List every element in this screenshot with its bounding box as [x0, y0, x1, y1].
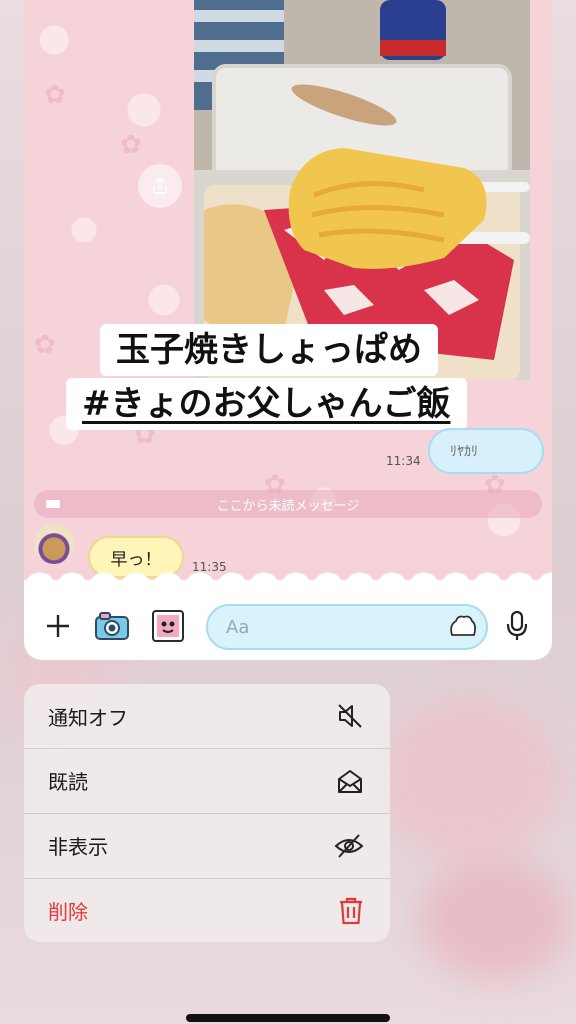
caption-hashtag: #きょのお父しゃんご飯: [82, 384, 451, 424]
message-input[interactable]: [206, 604, 488, 650]
unread-divider-label: ここから未読メッセージ: [216, 498, 360, 514]
menu-item-label: 非表示: [48, 835, 108, 859]
share-icon: [153, 176, 167, 194]
food-photo[interactable]: [194, 0, 530, 380]
own-message-bubble[interactable]: ﾘﾔｶﾘ: [428, 428, 544, 474]
emoji-icon[interactable]: [448, 613, 478, 639]
caption-line-2: #きょのお父しゃんご飯: [66, 378, 467, 430]
mute-icon: [338, 704, 362, 728]
caption-line-1: 玉子焼きしょっぱめ: [100, 324, 438, 376]
envelope-open-icon: [338, 769, 362, 793]
tag-icon: [46, 500, 60, 508]
context-menu: 通知オフ 既読 非表示 削除: [24, 684, 390, 942]
avatar[interactable]: [34, 524, 74, 564]
own-message-text: ﾘﾔｶﾘ: [450, 444, 478, 460]
menu-item-label: 既読: [48, 770, 88, 794]
camera-icon[interactable]: [92, 607, 132, 645]
home-indicator[interactable]: [186, 1014, 390, 1022]
message-input-bar: [24, 580, 552, 660]
decoration: ✿: [34, 330, 56, 360]
plus-icon[interactable]: [40, 607, 76, 645]
menu-item-label: 削除: [48, 900, 88, 924]
menu-item-delete[interactable]: 削除: [24, 878, 390, 942]
eye-slash-icon: [334, 833, 364, 858]
decoration: ✿: [44, 80, 66, 110]
trash-icon: [340, 897, 362, 924]
chat-preview[interactable]: ✿ ✿ ✿ ✿ ✿ ✿ 玉子焼きしょっぱめ #きょのお父しゃんご飯 ﾘﾔｶﾘ 1…: [24, 0, 552, 660]
unread-divider: ここから未読メッセージ: [34, 490, 542, 518]
sticker-icon[interactable]: [148, 607, 188, 645]
menu-item-mute[interactable]: 通知オフ: [24, 684, 390, 748]
background-blur: [420, 860, 570, 980]
decoration: ✿: [120, 130, 142, 160]
input-bar-scallop: [24, 566, 552, 588]
background-blur: [380, 700, 560, 860]
own-message-time: 11:34: [386, 454, 421, 468]
menu-item-hide[interactable]: 非表示: [24, 813, 390, 877]
mic-icon[interactable]: [502, 607, 532, 645]
menu-item-mark-read[interactable]: 既読: [24, 748, 390, 812]
menu-item-label: 通知オフ: [48, 705, 128, 730]
share-button[interactable]: [138, 164, 182, 208]
